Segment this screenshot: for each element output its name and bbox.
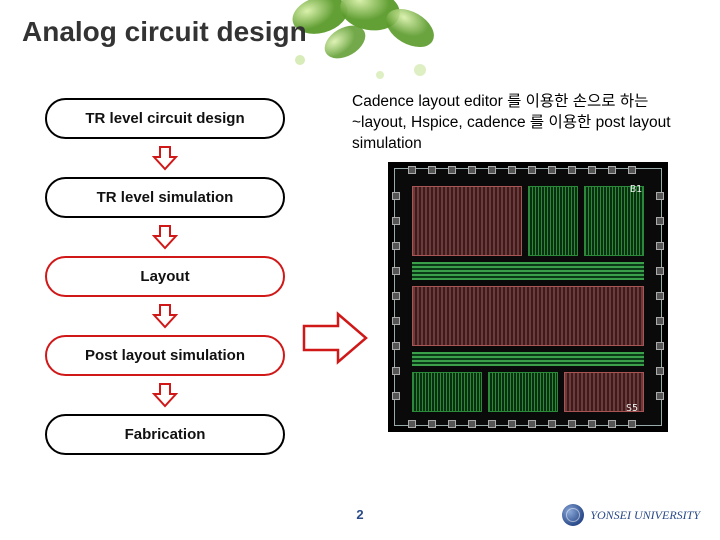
arrow-down-icon [152, 224, 178, 250]
slide-title: Analog circuit design [22, 16, 307, 48]
description-text: Cadence layout editor 를 이용한 손으로 하는~layou… [352, 92, 702, 155]
flow-step: Fabrication [45, 414, 285, 455]
university-emblem-icon [562, 504, 584, 526]
page-number: 2 [356, 507, 363, 522]
flow-step: TR level simulation [45, 177, 285, 218]
university-name: YONSEI UNIVERSITY [590, 508, 700, 523]
leaf-decoration [260, 0, 460, 100]
arrow-down-icon [152, 145, 178, 171]
flow-step: Layout [45, 256, 285, 297]
arrow-down-icon [152, 382, 178, 408]
flow-step: TR level circuit design [45, 98, 285, 139]
arrow-down-icon [152, 303, 178, 329]
chip-layout-image: B1 S5 [388, 162, 668, 432]
footer-logo: YONSEI UNIVERSITY [562, 504, 700, 526]
arrow-right-icon [300, 310, 370, 371]
flow-diagram: TR level circuit design TR level simulat… [30, 98, 300, 455]
flow-step: Post layout simulation [45, 335, 285, 376]
